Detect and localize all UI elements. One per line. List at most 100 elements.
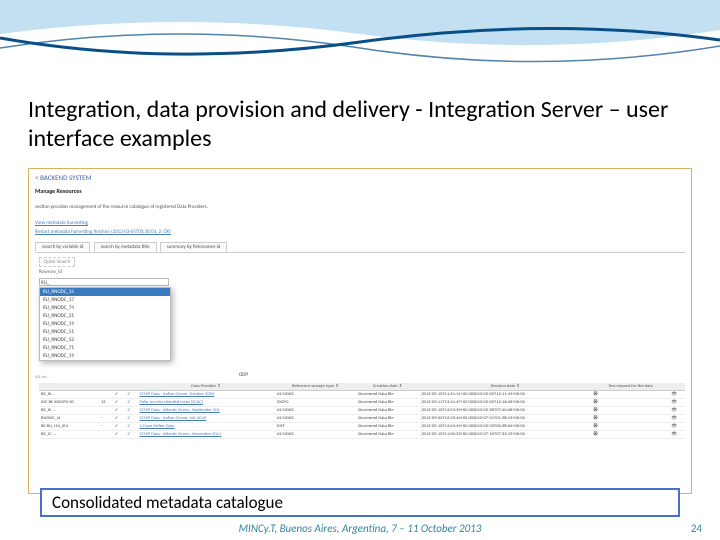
check-icon: ✓: [125, 423, 137, 431]
screenshot-panel: < BACKEND SYSTEM Manage Resources sectio…: [28, 168, 692, 494]
table-header[interactable]: Test request for the data: [591, 383, 669, 391]
resource-link[interactable]: STSSP Data - Atlantic Ocean, November 20…: [139, 432, 221, 437]
delete-icon[interactable]: ☒: [591, 407, 669, 415]
table-cell: 2012-05-10T11:51:11+00 002013-02-05T12:1…: [419, 391, 591, 399]
view-icon[interactable]: 👁: [669, 407, 685, 415]
table-row: BE_IE...✓✓STSSP Data - Indian Ocean, Oct…: [39, 391, 685, 399]
results-table: Data Provider ⇕Reference storage type ⇕C…: [39, 383, 685, 439]
resource-link[interactable]: S-Cape Drifter Data: [139, 424, 174, 429]
table-header[interactable]: [39, 383, 99, 391]
quick-search-label: Quick Search: [39, 257, 75, 267]
check-icon: ✓: [125, 407, 137, 415]
dropdown-option[interactable]: RU_RNODC_74: [40, 304, 170, 312]
resource-link[interactable]: STSSP Data - Atlantic Ocean, September 2…: [139, 408, 219, 413]
table-cell: Structured Data file: [356, 431, 419, 439]
delete-icon[interactable]: ☒: [591, 391, 669, 399]
check-icon: ✓: [125, 391, 137, 399]
row-id-label: Rowrow_Id: [39, 269, 62, 275]
table-header[interactable]: Reference storage type ⇕: [275, 383, 356, 391]
table-cell: 2012-05-10T13:43:49+00 002013-02-03T00:5…: [419, 423, 591, 431]
table-row: IOC BE XIOCPO-ICI13✓✓Polar om-tics detai…: [39, 399, 685, 407]
check-icon: ✓: [125, 399, 137, 407]
table-header[interactable]: [125, 383, 137, 391]
page-number: 24: [691, 522, 702, 535]
row-id-cell: BE_IE ...: [39, 407, 99, 415]
table-cell: Structured Data file: [356, 391, 419, 399]
tab-bar: search by variable id search by metadata…: [35, 244, 685, 253]
view-icon[interactable]: 👁: [669, 391, 685, 399]
table-cell: 2012-03-11T13:31:47+03 002013-02-05T12:1…: [419, 399, 591, 407]
check-icon: ✓: [113, 407, 125, 415]
check-icon: ✓: [113, 415, 125, 423]
check-icon: ✓: [113, 431, 125, 439]
table-row: BE_IE ...✓✓STSSP Data - Atlantic Ocean, …: [39, 407, 685, 415]
dropdown-option[interactable]: RU_RNODC_52: [40, 336, 170, 344]
delete-icon[interactable]: ☒: [591, 423, 669, 431]
table-header[interactable]: [99, 383, 113, 391]
table-cell: US-NODC: [275, 391, 356, 399]
table-cell: US-NODC: [275, 415, 356, 423]
view-harvest-link[interactable]: View metadata harvesting: [35, 220, 88, 226]
table-row: BE_IC ...✓✓STSSP Data - Atlantic Ocean, …: [39, 431, 685, 439]
table-cell: 13: [99, 399, 113, 407]
table-cell: [99, 407, 113, 415]
tab-metadata-title[interactable]: search by metadata title: [94, 242, 157, 252]
resource-link[interactable]: STSSP Data - Indian Ocean, July 2010: [139, 416, 206, 421]
search-input[interactable]: RU_: [39, 278, 169, 286]
dropdown-option[interactable]: RU_RNODC_19: [40, 352, 170, 360]
row-id-cell: BE_IE...: [39, 391, 99, 399]
delete-icon[interactable]: ☒: [591, 415, 669, 423]
view-icon[interactable]: 👁: [669, 431, 685, 439]
check-icon: ✓: [113, 423, 125, 431]
table-header[interactable]: [113, 383, 125, 391]
view-icon[interactable]: 👁: [669, 415, 685, 423]
table-header[interactable]: Data Provider ⇕: [137, 383, 274, 391]
resource-link[interactable]: Polar om-tics detailed Incex (SCAC): [139, 400, 203, 405]
view-icon[interactable]: 👁: [669, 423, 685, 431]
back-link[interactable]: < BACKEND SYSTEM: [35, 173, 92, 182]
table-row: BE RU_I94_IR4-✓✓S-Cape Drifter DataDIFFS…: [39, 423, 685, 431]
table-cell: Structured Data file: [356, 423, 419, 431]
tab-variable-id[interactable]: search by variable id: [35, 242, 90, 252]
row-id-cell: BE_IC ...: [39, 431, 99, 439]
check-icon: ✓: [113, 399, 125, 407]
restart-harvest-link[interactable]: Restart metadata harvesting fimshim (201…: [35, 229, 171, 235]
decorative-wave: [0, 0, 720, 80]
odp-label: ODP: [239, 372, 248, 378]
table-cell: 2012-09-04T12:25:44+02 002012-07-01T01:5…: [419, 415, 591, 423]
table-cell: Structured Data file: [356, 415, 419, 423]
section-header: Manage Resources: [35, 187, 82, 195]
view-icon[interactable]: 👁: [669, 399, 685, 407]
dropdown-option[interactable]: RU_RNODC_21: [40, 312, 170, 320]
delete-icon[interactable]: ☒: [591, 399, 669, 407]
table-cell: IOCPO: [275, 399, 356, 407]
check-icon: ✓: [125, 431, 137, 439]
table-cell: [99, 391, 113, 399]
row-id-cell: RNODC_I4: [39, 415, 99, 423]
dropdown-option[interactable]: RU_RNODC_19: [40, 320, 170, 328]
table-cell: Structured Data file: [356, 399, 419, 407]
table-cell: 2012-05-10T13:53:39+00 002013-02-26T07:4…: [419, 407, 591, 415]
tab-summary[interactable]: summary by fielenames-id: [160, 242, 228, 252]
dropdown-option[interactable]: RU_RNODC_17: [40, 296, 170, 304]
table-cell: 2012-05-10T11:00:52+00 002013-07-10T07:2…: [419, 431, 591, 439]
table-cell: [99, 431, 113, 439]
dropdown-option[interactable]: RU_RNODC_71: [40, 344, 170, 352]
section-desc: section provides management of the resou…: [35, 204, 208, 210]
delete-icon[interactable]: ☒: [591, 431, 669, 439]
table-header[interactable]: Creation date ⇕: [356, 383, 419, 391]
dropdown-option[interactable]: RU_RNODC_51: [40, 328, 170, 336]
resource-link[interactable]: STSSP Data - Indian Ocean, October 2003: [139, 392, 214, 397]
table-header[interactable]: [669, 383, 685, 391]
truncated-left-label: SCL inc...: [35, 375, 49, 380]
callout-box: Consolidated metadata catalogue: [40, 488, 680, 517]
autocomplete-dropdown[interactable]: RU_RNODC_15RU_RNODC_17RU_RNODC_74RU_RNOD…: [39, 287, 171, 361]
table-cell: US-NODC: [275, 431, 356, 439]
check-icon: ✓: [125, 415, 137, 423]
dropdown-option[interactable]: RU_RNODC_15: [40, 288, 170, 296]
row-id-cell: BE RU_I94_IR4: [39, 423, 99, 431]
footer-text: MINCy.T, Buenos Aires, Argentina, 7 – 11…: [0, 522, 720, 535]
table-header[interactable]: Revision date ⇕: [419, 383, 591, 391]
row-id-cell: IOC BE XIOCPO-ICI: [39, 399, 99, 407]
table-cell: Structured Data file: [356, 407, 419, 415]
